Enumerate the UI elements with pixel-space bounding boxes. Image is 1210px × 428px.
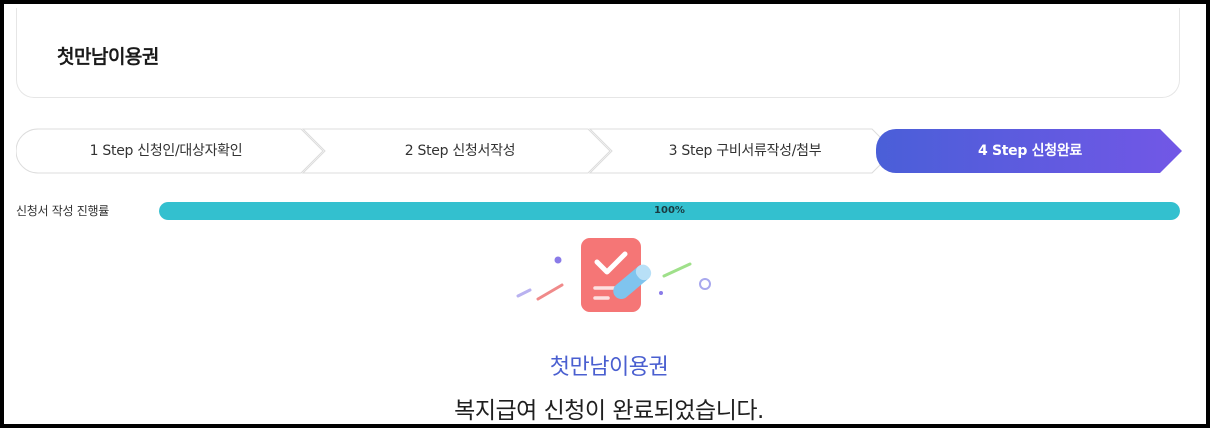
- page-frame: 첫만남이용권 1 Step 신청인/대상자확인 2 Step 신청서작성 3 S…: [0, 0, 1210, 428]
- confetti-line-icon: [662, 262, 692, 278]
- completion-title: 첫만남이용권: [549, 355, 669, 380]
- confetti-line-icon: [536, 283, 564, 301]
- step-indicator: 1 Step 신청인/대상자확인 2 Step 신청서작성 3 Step 구비서…: [16, 128, 1184, 174]
- progress-row: 신청서 작성 진행률 100%: [16, 200, 1182, 222]
- step-4[interactable]: 4 Step 신청완료: [882, 128, 1178, 174]
- completion-message: 복지급여 신청이 완료되었습니다.: [454, 398, 764, 424]
- confetti-dot-icon: [659, 291, 663, 295]
- step-3[interactable]: 3 Step 구비서류작성/첨부: [604, 128, 886, 174]
- step-1[interactable]: 1 Step 신청인/대상자확인: [16, 128, 316, 174]
- title-card: 첫만남이용권: [16, 8, 1180, 98]
- progress-label: 신청서 작성 진행률: [16, 204, 109, 218]
- progress-percent: 100%: [654, 205, 685, 216]
- confetti-ring-icon: [699, 278, 711, 290]
- completion-illustration: [516, 238, 711, 312]
- page-title: 첫만남이용권: [57, 46, 159, 68]
- step-2[interactable]: 2 Step 신청서작성: [316, 128, 604, 174]
- progress-bar: 100%: [159, 202, 1180, 220]
- confetti-line-icon: [516, 288, 532, 298]
- confetti-dot-icon: [554, 256, 562, 264]
